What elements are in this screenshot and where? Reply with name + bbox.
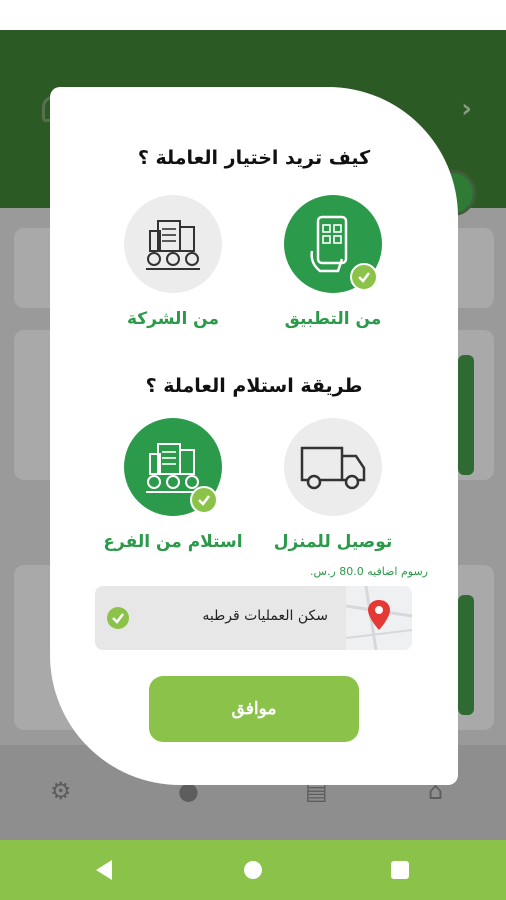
- worker-selection-dialog: كيف تريد اختيار العاملة ؟ من التطبيق من …: [50, 87, 458, 785]
- selected-branch[interactable]: سكن العمليات قرطبه: [95, 586, 412, 650]
- delivery-van-icon: [300, 446, 366, 490]
- option-branch-pickup-label: استلام من الفرع: [103, 532, 243, 552]
- option-from-company[interactable]: [124, 195, 222, 293]
- system-navigation-bar: [0, 840, 506, 900]
- map-thumbnail: [346, 586, 412, 650]
- branch-building-icon: [146, 443, 200, 493]
- delivery-title: طريقة استلام العاملة ؟: [145, 375, 363, 397]
- nav-home-icon[interactable]: [244, 861, 262, 879]
- status-bar: [0, 0, 506, 30]
- option-from-app[interactable]: [284, 195, 382, 293]
- background-strip: [458, 355, 474, 475]
- option-home-delivery-label: توصيل للمنزل: [273, 532, 393, 552]
- option-branch-pickup[interactable]: [124, 418, 222, 516]
- additional-fee-note: رسوم اضافيه 80.0 ر.س.: [310, 565, 428, 578]
- company-building-icon: [146, 220, 200, 270]
- option-from-company-label: من الشركة: [126, 309, 220, 329]
- branch-name: سكن العمليات قرطبه: [202, 608, 328, 624]
- nav-recents-icon[interactable]: [391, 861, 409, 879]
- selected-check-icon: [190, 486, 218, 514]
- smartphone-apps-icon: [310, 215, 348, 273]
- branch-check-icon: [107, 607, 129, 629]
- option-home-delivery[interactable]: [284, 418, 382, 516]
- nav-back-icon[interactable]: [96, 860, 112, 880]
- chevron-right-icon: ›: [461, 94, 472, 124]
- gear-icon: ⚙: [50, 777, 72, 805]
- option-from-app-label: من التطبيق: [284, 309, 382, 329]
- ok-button[interactable]: موافق: [149, 676, 359, 742]
- background-strip: [458, 595, 474, 715]
- selection-title: كيف تريد اختيار العاملة ؟: [137, 147, 371, 169]
- selected-check-icon: [350, 263, 378, 291]
